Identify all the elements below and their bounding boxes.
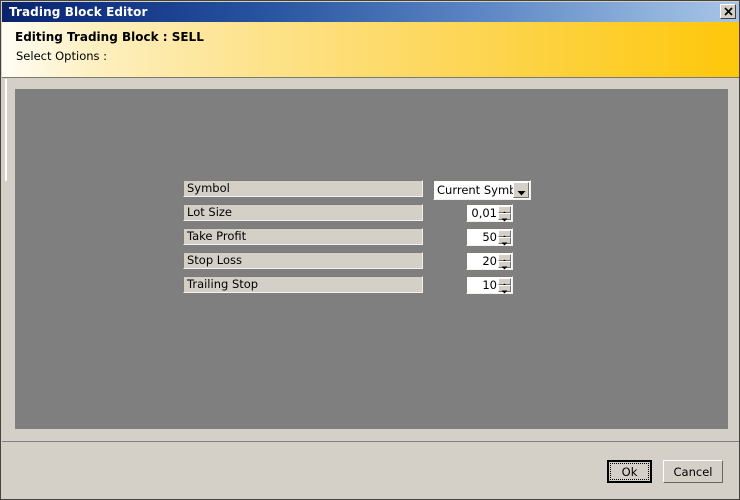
take-profit-spin-buttons — [498, 230, 511, 246]
chevron-down-icon — [517, 181, 526, 200]
lot-size-value[interactable]: 0,01 — [469, 206, 497, 220]
header-banner: Editing Trading Block : SELL Select Opti… — [2, 22, 739, 78]
lot-size-spinner[interactable]: 0,01 — [466, 204, 513, 222]
trailing-stop-spin-buttons — [498, 278, 511, 294]
ok-button-label: Ok — [610, 463, 649, 480]
cancel-button-label: Cancel — [673, 464, 713, 479]
close-x-icon — [723, 7, 733, 16]
take-profit-spin-down-button[interactable] — [498, 237, 511, 246]
spin-down-arrow-icon — [501, 279, 508, 298]
stop-loss-spinner[interactable]: 20 — [466, 252, 513, 270]
body-area: Symbol Current Symbol Lot Size 0,01 Take… — [2, 79, 739, 441]
trailing-stop-spin-down-button[interactable] — [498, 285, 511, 294]
trailing-stop-spinner[interactable]: 10 — [466, 276, 513, 294]
footer-bar: Ok Cancel — [2, 442, 739, 499]
close-button[interactable] — [720, 4, 736, 19]
trading-block-editor-window: Trading Block Editor Editing Trading Blo… — [0, 0, 740, 500]
stop-loss-value[interactable]: 20 — [469, 254, 497, 268]
header-title: Editing Trading Block : SELL — [15, 30, 204, 44]
lot-size-spin-buttons — [498, 206, 511, 222]
field-label-stop-loss: Stop Loss — [183, 252, 423, 269]
cancel-button[interactable]: Cancel — [663, 460, 723, 483]
field-label-trailing-stop: Trailing Stop — [183, 276, 423, 293]
trailing-stop-value[interactable]: 10 — [469, 278, 497, 292]
stop-loss-spin-buttons — [498, 254, 511, 270]
field-label-lot-size: Lot Size — [183, 204, 423, 221]
take-profit-spinner[interactable]: 50 — [466, 228, 513, 246]
stop-loss-spin-down-button[interactable] — [498, 261, 511, 270]
symbol-combobox-arrow-button[interactable] — [513, 182, 529, 198]
lot-size-spin-down-button[interactable] — [498, 213, 511, 222]
header-subtitle: Select Options : — [16, 49, 108, 63]
window-titlebar: Trading Block Editor — [2, 2, 739, 22]
ok-button[interactable]: Ok — [607, 460, 652, 483]
field-label-take-profit: Take Profit — [183, 228, 423, 245]
field-label-symbol: Symbol — [183, 180, 423, 197]
symbol-combobox[interactable]: Current Symbol — [433, 180, 531, 200]
window-title: Trading Block Editor — [9, 5, 148, 19]
take-profit-value[interactable]: 50 — [469, 230, 497, 244]
left-accent-strip — [5, 79, 7, 181]
